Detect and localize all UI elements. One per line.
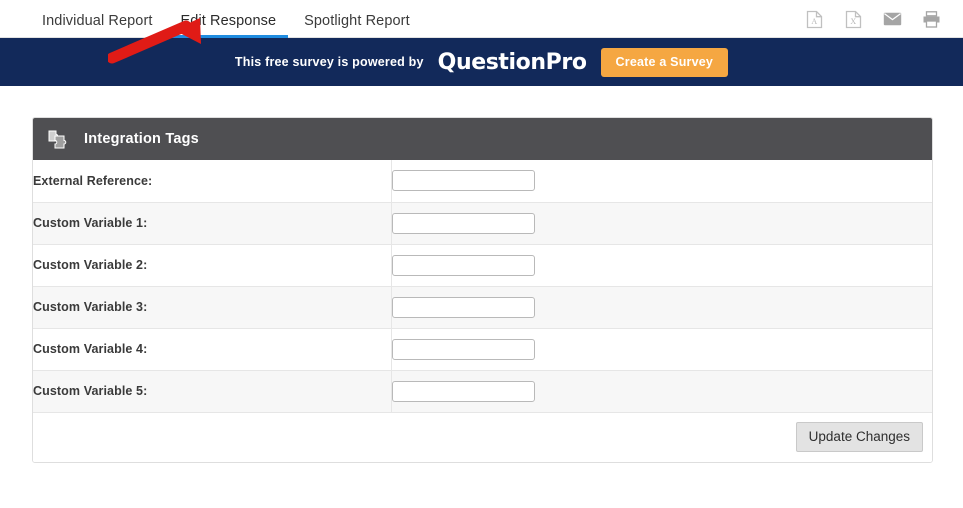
table-row: Custom Variable 5: [33,370,932,413]
row-input-cell [391,370,932,413]
row-label: Custom Variable 5: [33,370,392,413]
powered-by-banner: This free survey is powered by QuestionP… [0,38,963,86]
row-input-cell [391,160,932,203]
table-row: Custom Variable 2: [33,244,932,287]
custom-variable-2-input[interactable] [392,254,535,276]
row-input-cell [391,286,932,329]
card-footer: Update Changes [33,412,932,462]
top-tab-bar: Individual Report Edit Response Spotligh… [0,0,963,64]
row-label: External Reference: [33,160,392,203]
custom-variable-3-input[interactable] [392,296,535,318]
banner-text: This free survey is powered by [234,55,424,69]
tab-label: Spotlight Report [304,12,410,29]
tab-list: Individual Report Edit Response Spotligh… [0,0,424,38]
external-reference-input[interactable] [392,170,535,192]
custom-variable-1-input[interactable] [392,212,535,234]
pdf-export-icon[interactable]: A [804,9,824,29]
table-row: External Reference: [33,160,932,203]
print-icon[interactable] [921,9,941,29]
email-icon[interactable] [882,9,902,29]
panel-title: Integration Tags [84,131,199,147]
row-input-cell [391,328,932,371]
tab-individual-report[interactable]: Individual Report [28,12,167,38]
custom-variable-5-input[interactable] [392,380,535,402]
row-input-cell [391,202,932,245]
excel-export-icon[interactable]: X [843,9,863,29]
integration-tags-table: External Reference: Custom Variable 1: C… [33,160,932,413]
create-survey-button[interactable]: Create a Survey [600,47,729,77]
integration-tags-header: Integration Tags [33,118,932,160]
svg-text:A: A [811,17,817,26]
tab-label: Edit Response [180,12,277,29]
puzzle-tags-icon [48,130,67,149]
main-content: Integration Tags External Reference: Cus… [0,86,963,463]
row-label: Custom Variable 4: [33,328,392,371]
export-actions: A X [804,9,941,29]
table-row: Custom Variable 1: [33,202,932,245]
table-row: Custom Variable 3: [33,286,932,329]
row-label: Custom Variable 2: [33,244,392,287]
tab-edit-response[interactable]: Edit Response [167,12,291,38]
row-input-cell [391,244,932,287]
tab-label: Individual Report [42,12,153,29]
row-label: Custom Variable 1: [33,202,392,245]
integration-tags-card: Integration Tags External Reference: Cus… [32,117,933,463]
svg-text:X: X [850,17,856,26]
update-changes-button[interactable]: Update Changes [795,421,923,453]
custom-variable-4-input[interactable] [392,338,535,360]
row-label: Custom Variable 3: [33,286,392,329]
tab-spotlight-report[interactable]: Spotlight Report [290,12,424,38]
questionpro-logo: QuestionPro [437,49,587,75]
table-row: Custom Variable 4: [33,328,932,371]
